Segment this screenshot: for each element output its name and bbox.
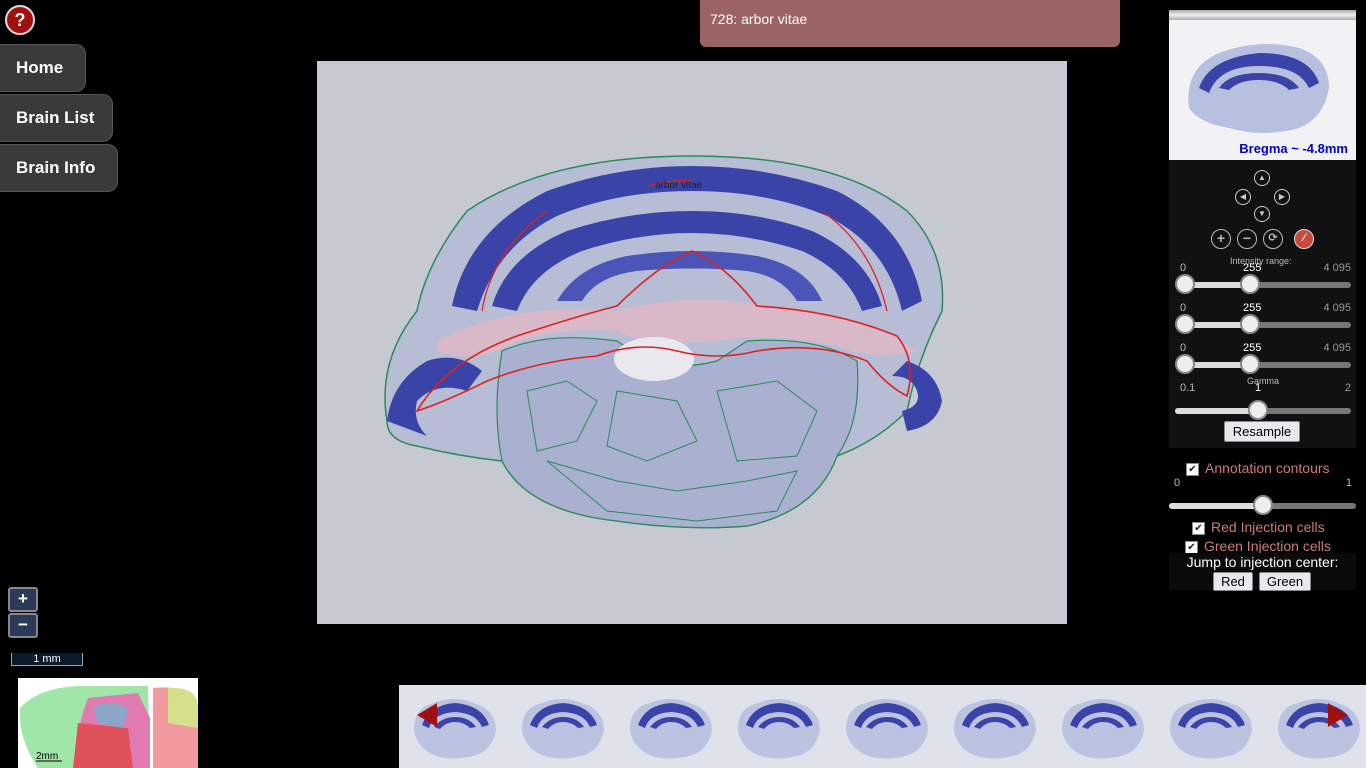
atlas-overview-image: 2mm [18, 678, 198, 768]
slider-track [1175, 322, 1351, 328]
gamma-handle[interactable] [1248, 400, 1268, 420]
checkbox-icon[interactable]: ✔ [1186, 462, 1199, 476]
zoom-out-icon[interactable]: − [1237, 229, 1257, 249]
jump-label: Jump to injection center: [1186, 554, 1339, 570]
pan-left-icon[interactable]: ◀ [1235, 189, 1251, 205]
slider-fill [1175, 408, 1257, 414]
slider-max-handle[interactable] [1240, 274, 1260, 294]
section-thumbnail[interactable] [1278, 699, 1360, 759]
intensity-min: 0 [1180, 342, 1187, 354]
brain-section-image: arbor vitae [384, 155, 944, 529]
slider-max-handle[interactable] [1240, 354, 1260, 374]
slider-max-handle[interactable] [1240, 314, 1260, 334]
section-filmstrip[interactable] [399, 685, 1366, 768]
intensity-slider-1[interactable]: 0 255 4 095 [1175, 262, 1351, 302]
slider-track [1175, 282, 1351, 288]
intensity-value: 255 [1243, 262, 1262, 274]
red-injection-toggle[interactable]: ✔ Red Injection cells [1192, 519, 1325, 535]
green-injection-label: Green Injection cells [1204, 538, 1331, 554]
gamma-min: 0.1 [1180, 382, 1196, 394]
section-thumbnail[interactable] [846, 699, 928, 759]
section-thumbnail[interactable] [1170, 699, 1252, 759]
home-button[interactable]: Home [0, 44, 86, 92]
section-thumbnail[interactable] [522, 699, 604, 759]
pan-up-icon[interactable]: ▲ [1254, 170, 1270, 186]
gamma-max: 2 [1344, 382, 1351, 394]
slider-track [1175, 362, 1351, 368]
opacity-handle[interactable] [1253, 495, 1273, 515]
intensity-value: 255 [1243, 342, 1262, 354]
region-label: arbor vitae [655, 180, 703, 191]
jump-red-button[interactable]: Red [1213, 572, 1253, 591]
section-thumbnail[interactable] [414, 699, 496, 759]
intensity-max: 4 095 [1323, 302, 1351, 314]
checkbox-icon[interactable]: ✔ [1185, 540, 1198, 554]
help-button[interactable]: ? [5, 5, 35, 35]
panel-drag-handle[interactable] [1169, 10, 1356, 20]
section-thumbnails [414, 699, 1360, 759]
zoom-out-button[interactable]: − [8, 613, 38, 638]
section-viewer[interactable]: arbor vitae [317, 61, 1067, 624]
slider-min-handle[interactable] [1175, 274, 1195, 294]
resample-button[interactable]: Resample [1224, 421, 1300, 442]
opacity-max: 1 [1345, 477, 1352, 489]
overview-minimap[interactable]: 2mm [18, 678, 198, 768]
region-tooltip-text: 728: arbor vitae [710, 11, 808, 27]
intensity-slider-2[interactable]: 0 255 4 095 [1175, 302, 1351, 342]
section-thumbnail-image [1188, 44, 1329, 133]
pan-down-icon[interactable]: ▼ [1254, 206, 1270, 222]
red-injection-label: Red Injection cells [1211, 519, 1325, 535]
zoom-in-icon[interactable]: + [1211, 229, 1231, 249]
jump-green-button[interactable]: Green [1259, 572, 1311, 591]
bregma-label: Bregma ~ -4.8mm [1239, 141, 1348, 156]
current-section-thumbnail[interactable]: Bregma ~ -4.8mm [1169, 10, 1356, 160]
intensity-min: 0 [1180, 262, 1187, 274]
green-injection-toggle[interactable]: ✔ Green Injection cells [1185, 538, 1331, 554]
gamma-value: 1 [1255, 382, 1262, 394]
minimap-scale-label: 2mm [36, 751, 58, 762]
section-thumbnail[interactable] [630, 699, 712, 759]
pan-right-icon[interactable]: ▶ [1274, 189, 1290, 205]
section-thumbnail[interactable] [954, 699, 1036, 759]
slider-fill [1169, 503, 1263, 509]
intensity-value: 255 [1243, 302, 1262, 314]
section-thumbnail[interactable] [1062, 699, 1144, 759]
slider-min-handle[interactable] [1175, 354, 1195, 374]
region-tooltip: 728: arbor vitae [700, 0, 1120, 47]
jump-to-injection: Jump to injection center: Red Green [1169, 553, 1356, 591]
intensity-min: 0 [1180, 302, 1187, 314]
opacity-slider[interactable]: 0 1 [1169, 477, 1356, 517]
brain-info-button[interactable]: Brain Info [0, 144, 118, 192]
rotate-icon[interactable]: ⟳ [1263, 229, 1283, 249]
zoom-in-button[interactable]: + [8, 587, 38, 612]
opacity-min: 0 [1174, 477, 1181, 489]
section-thumbnail[interactable] [738, 699, 820, 759]
intensity-max: 4 095 [1323, 262, 1351, 274]
checkbox-icon[interactable]: ✔ [1192, 521, 1205, 535]
scale-bar-label: 1 mm [33, 653, 61, 665]
measure-icon[interactable]: ⁄ [1294, 229, 1314, 249]
brain-list-button[interactable]: Brain List [0, 94, 113, 142]
intensity-max: 4 095 [1323, 342, 1351, 354]
scale-bar: 1 mm [11, 653, 83, 666]
gamma-slider[interactable]: 0.1 1 2 [1175, 382, 1351, 422]
annotation-contours-toggle[interactable]: ✔ Annotation contours [1186, 460, 1330, 476]
slider-min-handle[interactable] [1175, 314, 1195, 334]
annotation-contours-label: Annotation contours [1205, 460, 1330, 476]
